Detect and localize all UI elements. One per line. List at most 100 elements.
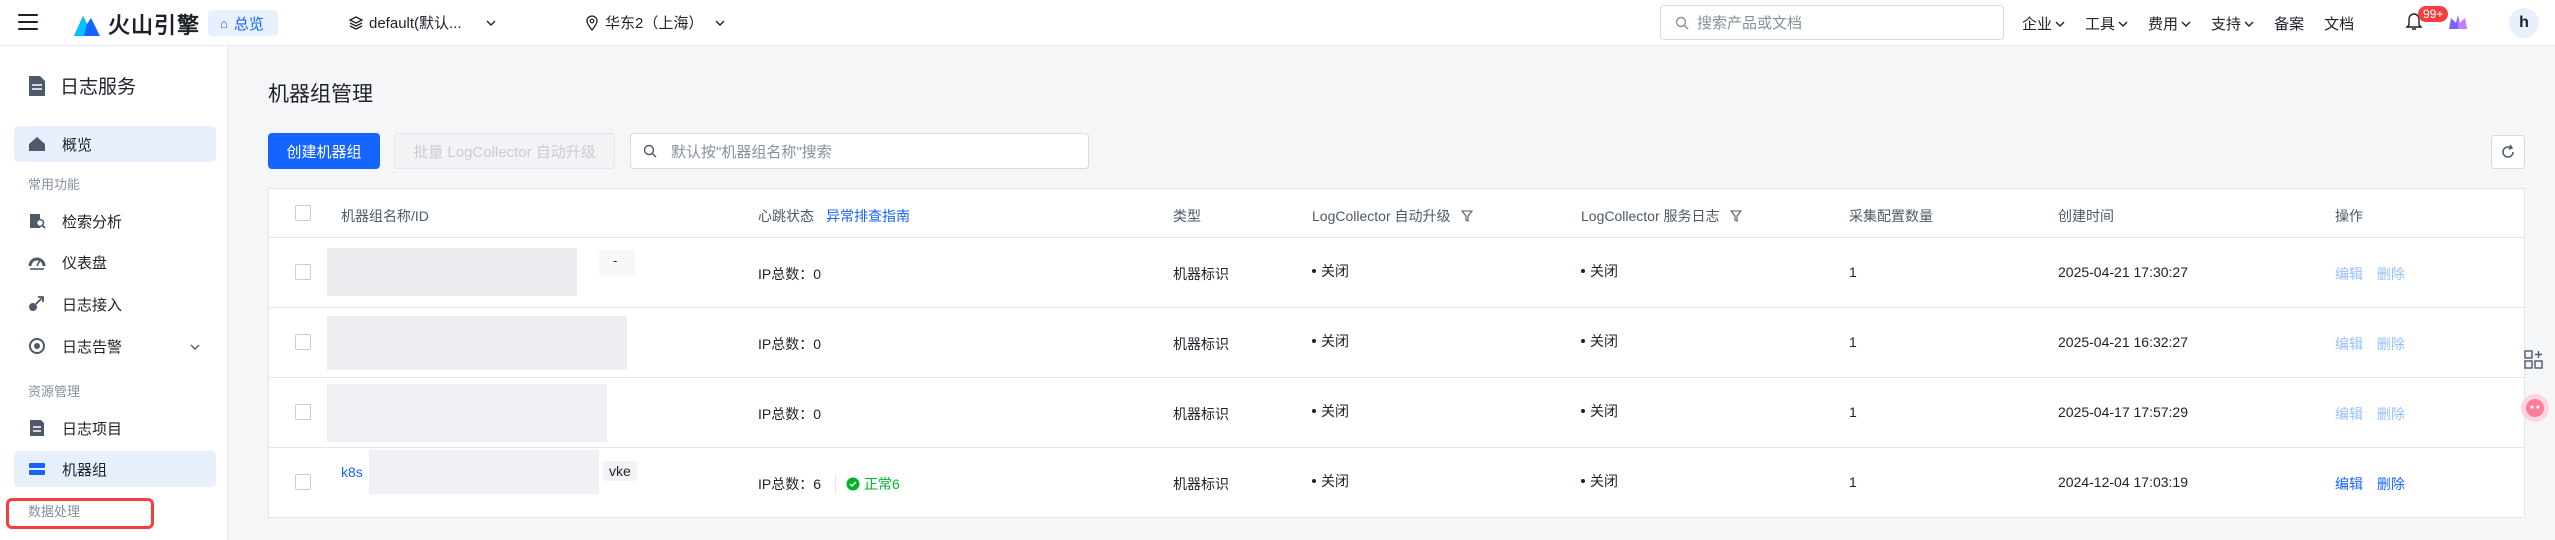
sidebar-group-common: 常用功能 [28,177,81,192]
assistant-icon[interactable] [2520,393,2550,423]
created-time-cell: 2024-12-04 17:03:19 [2058,474,2188,490]
machine-group-name-link[interactable]: k8s [341,464,363,480]
refresh-button[interactable] [2491,135,2525,169]
sidebar-item-search-analysis[interactable]: 检索分析 [14,203,216,239]
col-name: 机器组名称/ID [341,208,429,224]
edit-link[interactable]: 编辑 [2335,406,2363,422]
troubleshoot-guide-link[interactable]: 异常排查指南 [826,206,910,226]
name-tag: - [599,250,635,276]
created-time-cell: 2025-04-21 16:32:27 [2058,334,2188,350]
row-checkbox[interactable] [295,474,311,490]
name-tag: vke [603,461,637,481]
notification-badge: 99+ [2418,6,2449,22]
menu-icon[interactable] [18,14,38,30]
config-count-cell: 1 [1849,334,1857,350]
log-ingest-icon [29,296,44,311]
logo-text: 火山引擎 [108,13,201,38]
document-icon [29,75,45,96]
nav-filing-label: 备案 [2274,16,2305,33]
sidebar: 日志服务 概览 常用功能 检索分析 仪表盘 日志接入 日志告警 资源管理 日志项… [0,46,228,540]
dashboard-icon [28,257,46,270]
machine-group-search-input[interactable]: 默认按"机器组名称"搜索 [630,133,1089,169]
region-select-value: 华东2（上海） [605,15,704,32]
row-checkbox[interactable] [295,404,311,420]
heartbeat-cell: IP总数：0 [758,406,822,422]
overview-chip[interactable]: ⌂ 总览 [208,10,278,36]
sidebar-item-machine-group[interactable]: 机器组 [14,451,216,487]
edit-link[interactable]: 编辑 [2335,336,2363,352]
product-search-input[interactable]: 搜索产品或文档 [1660,5,2004,40]
chevron-down-icon [715,20,725,26]
nav-billing[interactable]: 费用 [2148,13,2191,34]
volcano-logo-icon [74,16,100,36]
chevron-down-icon [2181,21,2191,27]
grid-plus-icon[interactable] [2523,349,2545,371]
nav-support[interactable]: 支持 [2211,13,2254,34]
nav-enterprise[interactable]: 企业 [2022,13,2065,34]
nav-enterprise-label: 企业 [2022,16,2053,33]
sidebar-item-label: 仪表盘 [62,254,108,272]
batch-upgrade-button[interactable]: 批量 LogCollector 自动升级 [394,133,615,169]
config-count-cell: 1 [1849,264,1857,280]
service-log-cell: 关闭 [1581,261,1618,281]
type-cell: 机器标识 [1173,476,1229,492]
table-row: k8s vke IP总数：6 正常6 机器标识 关闭 关闭 1 2024-12-… [269,448,2524,518]
select-all-checkbox[interactable] [295,205,311,221]
check-circle-icon [846,477,860,491]
nav-support-label: 支持 [2211,16,2242,33]
sidebar-title: 日志服务 [28,72,136,99]
floating-tools [2520,345,2555,435]
filter-icon[interactable] [1460,210,1473,222]
actions-cell: 编辑 删除 [2335,334,2405,354]
redacted-name [327,316,627,370]
col-created-time: 创建时间 [2058,208,2114,224]
delete-link[interactable]: 删除 [2377,266,2405,282]
log-project-icon [30,420,44,436]
edit-link[interactable]: 编辑 [2335,266,2363,282]
actions-cell: 编辑 删除 [2335,264,2405,284]
delete-link[interactable]: 删除 [2377,406,2405,422]
col-type: 类型 [1173,208,1201,224]
type-cell: 机器标识 [1173,406,1229,422]
row-checkbox[interactable] [295,334,311,350]
create-machine-group-button[interactable]: 创建机器组 [268,133,380,169]
overview-chip-label: 总览 [233,15,264,33]
sidebar-item-dashboard[interactable]: 仪表盘 [14,244,216,280]
auto-upgrade-cell: 关闭 [1312,261,1349,281]
region-select[interactable]: 华东2（上海） [585,12,725,33]
heartbeat-cell: IP总数：6 正常6 [758,474,900,494]
project-select[interactable]: default(默认... [348,12,496,33]
name-tag-label: - [613,253,618,268]
search-icon [1675,16,1689,29]
col-heartbeat: 心跳状态 异常排查指南 [758,206,910,226]
logo[interactable]: 火山引擎 [72,8,200,40]
redacted-name [369,450,599,494]
delete-link[interactable]: 删除 [2377,336,2405,352]
project-select-value: default(默认... [369,15,462,32]
table-row: IP总数：0 机器标识 关闭 关闭 1 2025-04-21 16:32:27 … [269,308,2524,378]
col-auto-upgrade: LogCollector 自动升级 [1312,206,1473,226]
home-icon [29,137,45,151]
avatar[interactable]: h [2509,8,2539,38]
crown-icon[interactable] [2447,12,2469,32]
redacted-name [327,248,577,296]
nav-tools[interactable]: 工具 [2085,13,2128,34]
delete-link[interactable]: 删除 [2377,476,2405,492]
sidebar-item-log-project[interactable]: 日志项目 [14,410,216,446]
nav-filing[interactable]: 备案 [2274,13,2304,34]
sidebar-item-overview[interactable]: 概览 [14,126,216,162]
actions-cell: 编辑 删除 [2335,474,2405,494]
sidebar-item-log-alarm[interactable]: 日志告警 [14,328,216,364]
nav-docs[interactable]: 文档 [2324,13,2354,34]
row-checkbox[interactable] [295,264,311,280]
col-heartbeat-label: 心跳状态 [758,208,814,224]
filter-icon[interactable] [1729,210,1742,222]
redacted-name [327,384,607,442]
sidebar-item-log-ingest[interactable]: 日志接入 [14,286,216,322]
edit-link[interactable]: 编辑 [2335,476,2363,492]
actions-cell: 编辑 删除 [2335,404,2405,424]
top-nav: 企业 工具 费用 支持 备案 文档 [2022,13,2374,34]
auto-upgrade-cell: 关闭 [1312,401,1349,421]
sidebar-item-label: 日志告警 [62,338,123,356]
layers-icon [348,15,364,30]
